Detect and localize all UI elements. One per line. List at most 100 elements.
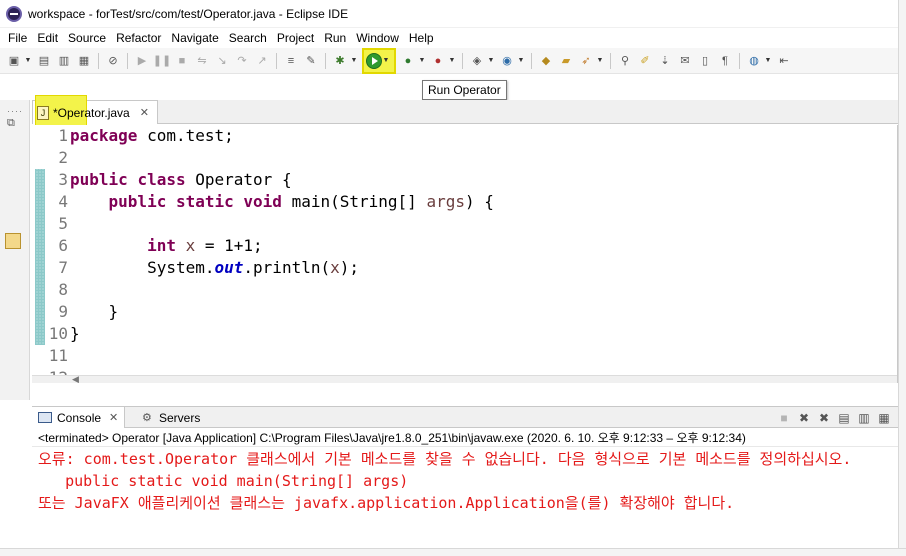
coverage-dropdown-icon[interactable]: ▼ (418, 53, 426, 69)
save-all-icon[interactable]: ▥ (56, 53, 72, 69)
menu-project[interactable]: Project (272, 28, 319, 48)
open-folder-icon[interactable]: ▰ (558, 53, 574, 69)
menu-file[interactable]: File (3, 28, 32, 48)
clear-console-icon[interactable]: ▤ (836, 410, 852, 426)
code-token: = 1+1; (195, 236, 263, 255)
code-token: x (330, 258, 340, 277)
line-number: 8 (58, 280, 68, 299)
menu-run[interactable]: Run (319, 28, 351, 48)
menu-source[interactable]: Source (63, 28, 111, 48)
horizontal-scrollbar[interactable]: ◀ (32, 374, 897, 383)
print-icon[interactable]: ▦ (76, 53, 92, 69)
external-tools-dropdown-icon[interactable]: ▼ (448, 53, 456, 69)
open-task-icon[interactable]: ◆ (538, 53, 554, 69)
disconnect-icon[interactable]: ⇋ (194, 53, 210, 69)
skip-breakpoints-icon[interactable]: ⊘ (105, 53, 121, 69)
run-dropdown-icon[interactable]: ▼ (382, 53, 390, 69)
run-button-highlight: ▼ (362, 47, 396, 74)
new-icon[interactable]: ▣ (6, 53, 22, 69)
debug-dropdown-icon[interactable]: ▼ (350, 53, 358, 69)
web-browser-dropdown-icon[interactable]: ▼ (764, 53, 772, 69)
code-token: Operator { (185, 170, 292, 189)
launch-dropdown-icon[interactable]: ▼ (596, 53, 604, 69)
suspend-icon[interactable]: ❚❚ (153, 53, 171, 69)
menu-refactor[interactable]: Refactor (111, 28, 166, 48)
web-browser-icon[interactable]: ◍ (746, 53, 762, 69)
overview-ruler (32, 125, 46, 383)
remove-launch-icon[interactable]: ✖ (796, 410, 812, 426)
new-class-icon[interactable]: ◉ (499, 53, 515, 69)
new-dropdown-icon[interactable]: ▼ (24, 53, 32, 69)
resume-icon[interactable]: ▶ (134, 53, 150, 69)
code-line[interactable]: 10} (49, 323, 896, 345)
bookmark-icon[interactable]: ✉ (677, 53, 693, 69)
menu-edit[interactable]: Edit (32, 28, 63, 48)
code-token: out (214, 258, 244, 277)
code-line[interactable]: 9 } (58, 301, 896, 323)
window-frame-right (898, 0, 906, 556)
menu-help[interactable]: Help (404, 28, 439, 48)
toggle-mark-icon[interactable]: ⚲ (617, 53, 633, 69)
use-step-filters-icon[interactable]: ≡ (283, 53, 299, 69)
highlight-icon[interactable]: ✐ (637, 53, 653, 69)
new-class-dropdown-icon[interactable]: ▼ (517, 53, 525, 69)
editor-tab-operator[interactable]: J *Operator.java ✕ (32, 95, 158, 127)
main-toolbar: ▣ ▼ ▤ ▥ ▦ ⊘ ▶ ❚❚ ■ ⇋ ↘ ↷ ↗ ≡ ✎ ✱ ▼ ▼ ● ▼… (0, 47, 906, 74)
run-button[interactable] (366, 52, 382, 69)
new-java-project-dropdown-icon[interactable]: ▼ (487, 53, 495, 69)
code-line[interactable]: 4 public static void main(String[] args)… (58, 191, 896, 213)
debug-icon[interactable]: ✱ (332, 53, 348, 69)
toolbar-separator (127, 52, 128, 69)
code-line[interactable]: 2 (58, 147, 896, 169)
back-icon[interactable]: ⇤ (776, 53, 792, 69)
line-number: 9 (58, 302, 68, 321)
code-area[interactable]: 1 package com.test; 2 3 public class Operato… (49, 125, 896, 383)
code-line[interactable]: 1 package com.test; (58, 125, 896, 147)
code-line[interactable]: 8 (58, 279, 896, 301)
menu-navigate[interactable]: Navigate (166, 28, 223, 48)
code-line[interactable]: 7 System. out .println(x); (58, 257, 896, 279)
tab-servers[interactable]: ⚙ Servers (136, 407, 206, 428)
show-whitespace-icon[interactable]: ▯ (697, 53, 713, 69)
step-into-icon[interactable]: ↘ (214, 53, 230, 69)
launch-icon[interactable]: ➶ (578, 53, 594, 69)
scroll-lock-icon[interactable]: ▥ (856, 410, 872, 426)
code-line[interactable]: 5 (58, 213, 896, 235)
scroll-left-icon[interactable]: ◀ (72, 374, 79, 383)
run-tooltip: Run Operator (422, 80, 507, 100)
open-type-icon[interactable]: ✎ (303, 53, 319, 69)
console-output[interactable]: 오류: com.test.Operator 클래스에서 기본 메소드를 찾을 수… (32, 448, 898, 548)
next-annotation-icon[interactable]: ⇣ (657, 53, 673, 69)
menu-search[interactable]: Search (224, 28, 272, 48)
tab-console[interactable]: Console ✕ (32, 407, 126, 428)
menu-window[interactable]: Window (351, 28, 404, 48)
restore-icon[interactable]: ⧉ (7, 117, 21, 129)
remove-all-terminated-icon[interactable]: ✖ (816, 410, 832, 426)
trim-handle[interactable]: ···· (7, 106, 23, 116)
paragraph-icon[interactable]: ¶ (717, 53, 733, 69)
package-explorer-icon[interactable] (5, 233, 21, 249)
code-line[interactable]: 3 public class Operator { (58, 169, 896, 191)
word-wrap-icon[interactable]: ▦ (876, 410, 892, 426)
step-return-icon[interactable]: ↗ (254, 53, 270, 69)
code-token: package (70, 126, 138, 145)
close-icon[interactable]: ✕ (140, 106, 149, 119)
code-token: com.test; (137, 126, 234, 145)
code-editor[interactable]: 1 package com.test; 2 3 public class Operato… (32, 125, 898, 383)
code-token: ) { (464, 192, 494, 211)
new-java-project-icon[interactable]: ◈ (469, 53, 485, 69)
code-line[interactable]: 11 (49, 345, 896, 367)
save-icon[interactable]: ▤ (36, 53, 52, 69)
code-line[interactable]: 6 int x = 1+1; (58, 235, 896, 257)
close-icon[interactable]: ✕ (109, 411, 118, 424)
terminate-icon[interactable]: ■ (174, 53, 190, 69)
java-file-icon: J (37, 105, 49, 120)
coverage-icon[interactable]: ● (400, 53, 416, 69)
code-token: System. (70, 258, 215, 277)
external-tools-icon[interactable]: ● (430, 53, 446, 69)
terminate-icon[interactable]: ■ (776, 410, 792, 426)
step-over-icon[interactable]: ↷ (234, 53, 250, 69)
